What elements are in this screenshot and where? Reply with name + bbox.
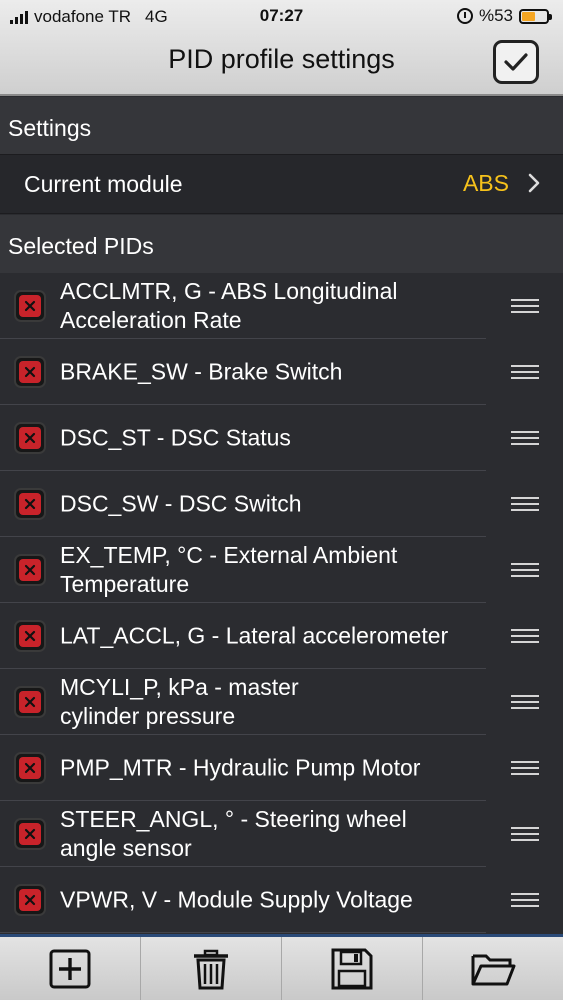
- remove-pid-button[interactable]: [14, 356, 46, 388]
- pid-row: EX_TEMP, °C - External Ambient Temperatu…: [0, 537, 563, 603]
- drag-handle-icon[interactable]: [511, 430, 539, 446]
- row-divider: [0, 932, 486, 933]
- save-icon: [331, 948, 373, 989]
- pid-row: DSC_SW - DSC Switch: [0, 471, 563, 537]
- drag-handle-icon[interactable]: [511, 496, 539, 512]
- pid-label: STEER_ANGL, ° - Steering wheel angle sen…: [60, 806, 407, 861]
- checkmark-icon: [504, 53, 528, 71]
- trash-icon: [194, 949, 228, 989]
- remove-x-icon: [19, 295, 41, 317]
- remove-x-icon: [19, 559, 41, 581]
- current-module-row[interactable]: Current module ABS: [0, 154, 563, 214]
- remove-pid-button[interactable]: [14, 686, 46, 718]
- pid-row: LAT_ACCL, G - Lateral accelerometer: [0, 603, 563, 669]
- folder-icon: [471, 954, 516, 985]
- drag-handle-icon[interactable]: [511, 628, 539, 644]
- battery-icon: [519, 8, 552, 24]
- remove-pid-button[interactable]: [14, 422, 46, 454]
- remove-x-icon: [19, 361, 41, 383]
- pid-label: DSC_ST - DSC Status: [60, 424, 291, 451]
- drag-handle-icon[interactable]: [511, 826, 539, 842]
- delete-button[interactable]: [141, 937, 282, 1000]
- remove-pid-button[interactable]: [14, 884, 46, 916]
- pid-row: DSC_ST - DSC Status: [0, 405, 563, 471]
- drag-handle-icon[interactable]: [511, 364, 539, 380]
- pid-label: EX_TEMP, °C - External Ambient Temperatu…: [60, 542, 398, 597]
- remove-pid-button[interactable]: [14, 818, 46, 850]
- bottom-toolbar: [0, 934, 563, 1000]
- pid-label: LAT_ACCL, G - Lateral accelerometer: [60, 622, 449, 649]
- status-bar: vodafone TR 4G 07:27 %53: [0, 0, 563, 32]
- confirm-button[interactable]: [493, 40, 539, 84]
- battery-percent: %53: [478, 6, 513, 25]
- pid-list: ACCLMTR, G - ABS Longitudinal Accelerati…: [0, 273, 563, 933]
- remove-x-icon: [19, 889, 41, 911]
- pid-row: STEER_ANGL, ° - Steering wheel angle sen…: [0, 801, 563, 867]
- remove-pid-button[interactable]: [14, 752, 46, 784]
- remove-x-icon: [19, 823, 41, 845]
- remove-x-icon: [19, 427, 41, 449]
- page-title: PID profile settings: [168, 44, 395, 74]
- pids-section-header: Selected PIDs: [0, 215, 563, 273]
- pid-row: MCYLI_P, kPa - master cylinder pressure: [0, 669, 563, 735]
- pid-row: PMP_MTR - Hydraulic Pump Motor: [0, 735, 563, 801]
- drag-handle-icon[interactable]: [511, 694, 539, 710]
- remove-x-icon: [19, 691, 41, 713]
- current-module-label: Current module: [24, 171, 183, 197]
- remove-pid-button[interactable]: [14, 290, 46, 322]
- pid-label: VPWR, V - Module Supply Voltage: [60, 886, 413, 913]
- pid-label: ACCLMTR, G - ABS Longitudinal Accelerati…: [60, 278, 398, 333]
- remove-x-icon: [19, 757, 41, 779]
- pid-row: BRAKE_SW - Brake Switch: [0, 339, 563, 405]
- alarm-icon: [456, 8, 473, 24]
- remove-pid-button[interactable]: [14, 488, 46, 520]
- open-folder-button[interactable]: [423, 937, 563, 1000]
- pid-label: BRAKE_SW - Brake Switch: [60, 358, 343, 385]
- current-module-value: ABS: [462, 170, 509, 196]
- drag-handle-icon[interactable]: [511, 298, 539, 314]
- add-icon: [49, 949, 91, 988]
- pid-row: VPWR, V - Module Supply Voltage: [0, 867, 563, 933]
- add-button[interactable]: [0, 937, 141, 1000]
- navigation-bar: vodafone TR 4G 07:27 %53 PID profile set…: [0, 0, 563, 96]
- remove-pid-button[interactable]: [14, 620, 46, 652]
- save-button[interactable]: [282, 937, 423, 1000]
- settings-section-header: Settings: [0, 97, 563, 155]
- pid-label: PMP_MTR - Hydraulic Pump Motor: [60, 754, 421, 781]
- pid-label: MCYLI_P, kPa - master cylinder pressure: [60, 674, 299, 729]
- drag-handle-icon[interactable]: [511, 562, 539, 578]
- drag-handle-icon[interactable]: [511, 892, 539, 908]
- chevron-right-icon: [528, 173, 540, 193]
- remove-pid-button[interactable]: [14, 554, 46, 586]
- pid-label: DSC_SW - DSC Switch: [60, 490, 302, 517]
- remove-x-icon: [19, 625, 41, 647]
- pid-row: ACCLMTR, G - ABS Longitudinal Accelerati…: [0, 273, 563, 339]
- drag-handle-icon[interactable]: [511, 760, 539, 776]
- remove-x-icon: [19, 493, 41, 515]
